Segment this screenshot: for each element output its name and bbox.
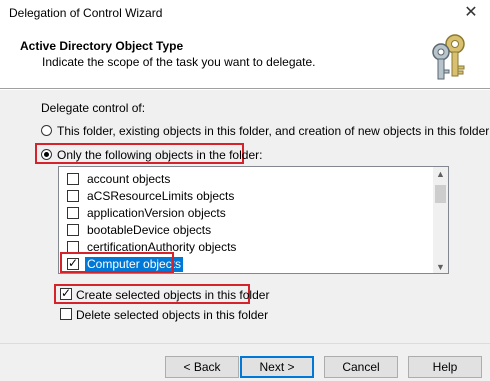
list-item-label: bootableDevice objects [87, 223, 212, 237]
object-checkbox[interactable] [67, 173, 79, 185]
radio-button-selected[interactable] [41, 149, 52, 160]
close-button[interactable]: ✕ [458, 3, 484, 23]
radio-button[interactable] [41, 125, 52, 136]
create-selected-label: Create selected objects in this folder [76, 288, 270, 302]
back-button[interactable]: < Back [165, 356, 239, 378]
delegate-label: Delegate control of: [41, 101, 146, 115]
highlight-box [60, 252, 174, 273]
delete-selected-checkbox[interactable] [60, 308, 72, 320]
create-selected-checkbox[interactable] [60, 286, 72, 300]
radio-only-following-label: Only the following objects in the folder… [57, 148, 263, 162]
list-item-label: applicationVersion objects [87, 206, 226, 220]
help-button[interactable]: Help [408, 356, 482, 378]
radio-this-folder[interactable]: This folder, existing objects in this fo… [41, 124, 489, 138]
page-subtitle: Indicate the scope of the task you want … [42, 55, 316, 69]
window-title: Delegation of Control Wizard [9, 6, 163, 20]
keys-icon [432, 34, 465, 80]
scroll-up-icon[interactable]: ▲ [436, 169, 445, 179]
list-item[interactable]: aCSResourceLimits objects [59, 188, 433, 205]
list-item-label: aCSResourceLimits objects [87, 189, 235, 203]
cancel-button[interactable]: Cancel [324, 356, 398, 378]
object-checkbox[interactable] [67, 190, 79, 202]
list-item-label: account objects [87, 172, 171, 186]
list-scrollbar[interactable] [433, 167, 448, 273]
footer-divider [0, 343, 490, 344]
delete-selected-option[interactable]: Delete selected objects in this folder [60, 308, 268, 322]
radio-this-folder-label: This folder, existing objects in this fo… [57, 124, 490, 138]
radio-only-following[interactable]: Only the following objects in the folder… [41, 148, 262, 162]
delete-selected-label: Delete selected objects in this folder [76, 308, 269, 322]
object-checkbox[interactable] [67, 224, 79, 236]
next-button[interactable]: Next > [240, 356, 314, 378]
close-icon: ✕ [464, 4, 478, 21]
scrollbar-thumb[interactable] [435, 185, 446, 203]
page-title: Active Directory Object Type [20, 39, 184, 53]
list-item[interactable]: account objects [59, 171, 433, 188]
create-selected-option[interactable]: Create selected objects in this folder [60, 286, 269, 302]
scroll-down-icon[interactable]: ▼ [436, 262, 445, 272]
list-item[interactable]: bootableDevice objects [59, 222, 433, 239]
object-checkbox[interactable] [67, 207, 79, 219]
list-item[interactable]: applicationVersion objects [59, 205, 433, 222]
